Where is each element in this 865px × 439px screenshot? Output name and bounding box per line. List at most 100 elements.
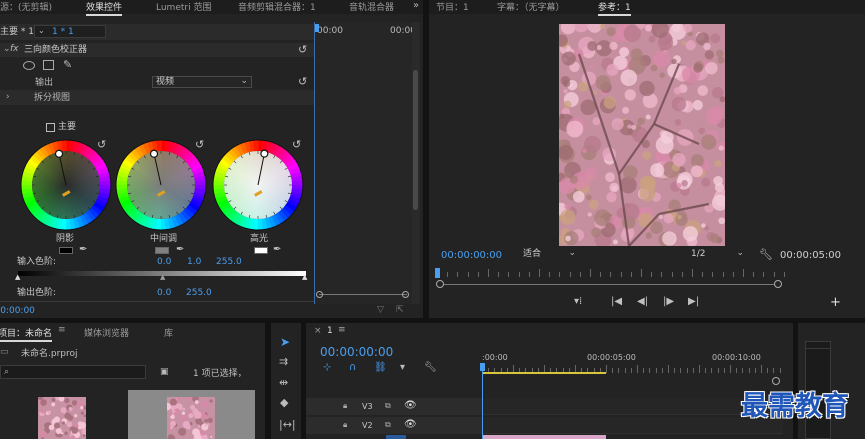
effect-zoom-bar[interactable] <box>319 294 407 295</box>
slip-tool-icon[interactable]: |↔| <box>279 419 296 430</box>
tab-captions[interactable]: 字幕：（无字幕） <box>497 0 565 13</box>
monitor-scrub-ruler[interactable] <box>437 269 785 279</box>
zoom-handle-left[interactable] <box>436 280 444 288</box>
zoom-handle-right[interactable] <box>774 280 782 288</box>
project-search-input[interactable]: ⌕ <box>0 365 146 379</box>
pen-mask-icon[interactable]: ✎ <box>63 59 72 70</box>
nest-icon[interactable]: ⊹ <box>323 363 331 373</box>
monitor-playhead[interactable] <box>435 268 440 278</box>
eye-icon[interactable]: 👁︎ <box>404 420 417 430</box>
timeline-settings-icon[interactable]: 🔧︎ <box>424 363 437 373</box>
snap-icon[interactable]: ∩ <box>349 363 356 373</box>
tab-libraries[interactable]: 库 <box>164 326 173 339</box>
tab-audio-track-mixer[interactable]: 音轨混合器 <box>349 0 394 13</box>
go-to-out-icon[interactable]: ▶| <box>688 297 699 307</box>
tab-project[interactable]: 项目：未命名 <box>0 326 53 342</box>
tab-reference[interactable]: 参考：1 <box>598 0 631 16</box>
marker-icon[interactable]: ▾⁞ <box>574 297 582 307</box>
reset-output-icon[interactable]: ↺ <box>298 76 307 87</box>
input-level-white[interactable]: 255.0 <box>216 258 242 267</box>
rectangle-mask-icon[interactable] <box>43 60 54 70</box>
tab-lumetri-scopes[interactable]: Lumetri 范围 <box>156 0 211 13</box>
ruler-tick <box>488 269 489 277</box>
shadows-swatch[interactable] <box>59 247 73 254</box>
tab-media-browser[interactable]: 媒体浏览器 <box>84 326 129 339</box>
zoom-handle-right[interactable] <box>402 291 409 298</box>
eyedropper-icon[interactable]: ✒ <box>79 245 87 255</box>
midtones-reset-icon[interactable]: ↺ <box>195 139 204 150</box>
export-icon[interactable]: ⇱ <box>396 306 404 315</box>
selection-tool-icon[interactable]: ➤ <box>280 336 290 348</box>
project-item-thumbnail[interactable] <box>38 397 86 439</box>
tab-audio-clip-mixer[interactable]: 音频剪辑混合器：1 <box>238 0 316 13</box>
timeline-timecode[interactable]: 00:00:00:00 <box>320 346 393 358</box>
output-level-white[interactable]: 255.0 <box>186 289 212 298</box>
highlights-reset-icon[interactable]: ↺ <box>292 139 301 150</box>
effect-timecode[interactable]: 00:00:00:00 <box>0 307 35 316</box>
midtones-color-wheel[interactable] <box>113 137 209 233</box>
gamma-slider-handle[interactable]: ▲ <box>160 274 165 281</box>
fx-icon[interactable]: fx <box>10 45 19 54</box>
video-frame[interactable] <box>559 24 725 246</box>
effect-controls-scrollbar[interactable] <box>412 22 420 304</box>
ellipse-mask-icon[interactable] <box>23 61 35 70</box>
step-back-icon[interactable]: ◀| <box>637 297 648 307</box>
shadows-reset-icon[interactable]: ↺ <box>97 139 106 150</box>
ruler-tick <box>630 272 632 277</box>
step-forward-icon[interactable]: |▶ <box>663 297 674 307</box>
go-to-in-icon[interactable]: |◀ <box>611 297 622 307</box>
new-bin-icon[interactable]: ▣ <box>160 368 169 377</box>
timeline-zoom-handle[interactable] <box>772 377 780 385</box>
input-level-gamma[interactable]: 1.0 <box>187 258 201 267</box>
razor-tool-icon[interactable]: ◆ <box>280 397 288 408</box>
midtones-swatch[interactable] <box>155 247 169 254</box>
linked-selection-icon[interactable]: ⛓ <box>374 363 387 373</box>
output-dropdown[interactable]: 视频 ⌄ <box>152 76 252 88</box>
scrollbar-thumb[interactable] <box>413 70 418 210</box>
track-target-v1[interactable] <box>386 435 406 439</box>
sync-icon[interactable]: ⧉ <box>385 421 391 429</box>
playhead-head[interactable] <box>480 363 485 371</box>
eyedropper-icon[interactable]: ✒ <box>176 245 184 255</box>
track-select-tool-icon[interactable]: ⇉ <box>279 356 288 367</box>
sequence-tab[interactable]: 1 <box>327 327 333 336</box>
sync-icon[interactable]: ⧉ <box>385 402 391 410</box>
black-point-slider-handle[interactable]: ▲ <box>15 274 20 281</box>
fit-dropdown[interactable]: 适合 ⌄ <box>519 248 581 260</box>
effect-playhead[interactable] <box>315 24 319 32</box>
overflow-chevron-icon[interactable]: » <box>410 0 422 12</box>
work-area-bar[interactable] <box>482 372 606 374</box>
highlights-swatch[interactable] <box>254 247 268 254</box>
project-item-selected[interactable] <box>128 390 255 439</box>
white-point-slider-handle[interactable]: ▲ <box>302 274 307 281</box>
tab-effect-controls[interactable]: 效果控件 <box>86 0 123 16</box>
track-lane-v2 <box>483 417 783 434</box>
master-checkbox[interactable] <box>46 123 55 132</box>
video-clip[interactable] <box>483 435 606 439</box>
tab-source[interactable]: 源：(无剪辑) <box>0 0 52 13</box>
expand-chevron-icon[interactable]: › <box>6 93 10 102</box>
lock-icon[interactable]: 🔒︎ <box>343 402 347 410</box>
add-button-icon[interactable]: + <box>830 296 841 309</box>
eye-icon[interactable]: 👁︎ <box>404 401 417 411</box>
panel-menu-icon[interactable]: ≡ <box>58 325 66 335</box>
lock-icon[interactable]: 🔒︎ <box>343 421 347 429</box>
monitor-timecode[interactable]: 00:00:00:00 <box>441 251 502 261</box>
wrench-icon[interactable]: 🔧︎ <box>759 249 773 260</box>
add-marker-icon[interactable]: ▾ <box>400 363 405 373</box>
playback-resolution-dropdown[interactable]: 1/2 ⌄ <box>687 248 749 260</box>
shadows-color-wheel[interactable] <box>18 137 114 233</box>
ripple-edit-tool-icon[interactable]: ⇹ <box>279 377 288 388</box>
monitor-zoom-bar[interactable] <box>443 284 775 285</box>
close-icon[interactable]: × <box>314 327 322 336</box>
clip-dropdown[interactable]: ⌄ 1 * 1 <box>34 25 106 38</box>
input-level-black[interactable]: 0.0 <box>157 258 171 267</box>
eyedropper-icon[interactable]: ✒ <box>273 245 281 255</box>
reset-icon[interactable]: ↺ <box>298 44 307 55</box>
tab-program[interactable]: 节目：1 <box>436 0 469 13</box>
output-level-black[interactable]: 0.0 <box>157 289 171 298</box>
highlights-color-wheel[interactable] <box>210 137 306 233</box>
panel-menu-icon[interactable]: ≡ <box>338 326 346 335</box>
zoom-handle-left[interactable] <box>316 291 323 298</box>
filter-icon[interactable]: ▽ <box>377 306 384 315</box>
